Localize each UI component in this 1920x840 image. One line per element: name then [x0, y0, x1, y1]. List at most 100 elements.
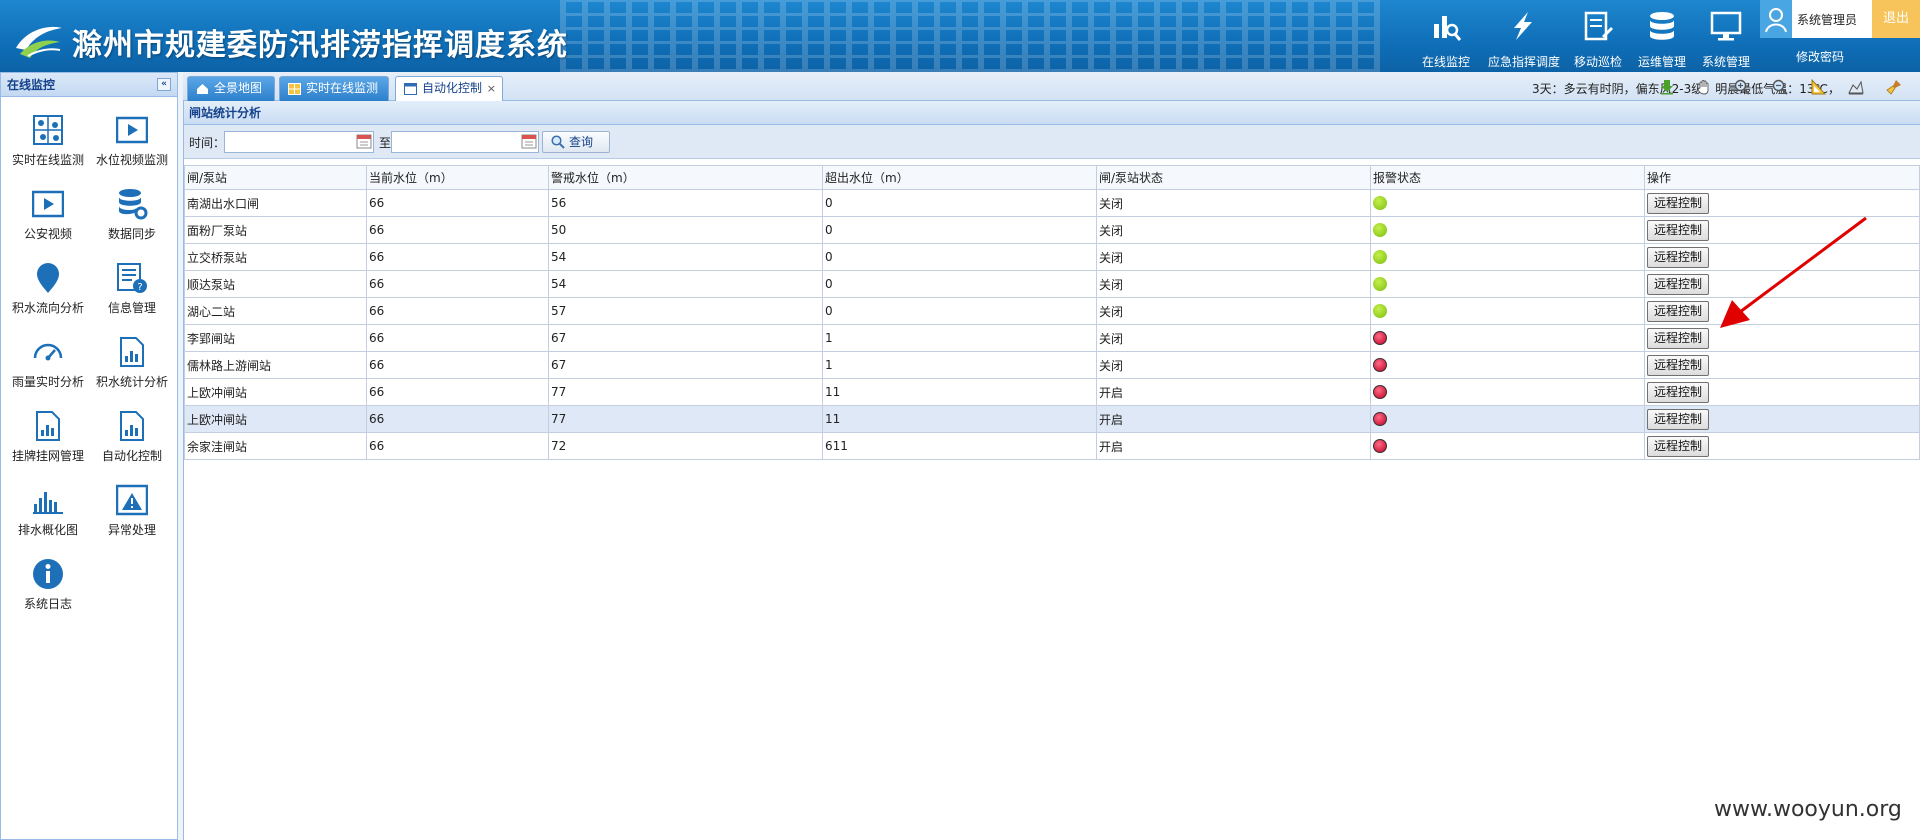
header-background-pattern	[560, 0, 1380, 72]
clear-brush-icon[interactable]	[1886, 79, 1902, 95]
app-header: 滁州市规建委防汛排涝指挥调度系统 在线监控 应急指挥调度 移动巡检 运维管理 系…	[0, 0, 1920, 72]
table-row: 上欧冲闸站 66 77 11 开启 远程控制	[184, 378, 1920, 406]
current-user-name: 系统管理员	[1797, 13, 1858, 27]
alarm-status-green-icon	[1373, 195, 1387, 210]
lightning-icon	[1514, 12, 1532, 40]
table-header-row: 闸/泵站 当前水位（m） 警戒水位（m） 超出水位（m） 闸/泵站状态 报警状态…	[184, 165, 1920, 190]
sidebar-item-info-management[interactable]: ? 信息管理	[89, 262, 175, 332]
sidebar-item-system-log[interactable]: 系统日志	[5, 558, 91, 628]
search-bar: 时间： 至 查询	[184, 125, 1920, 159]
cell-alarm	[1370, 378, 1645, 406]
sidebar-item-label: 系统日志	[23, 597, 72, 611]
alarm-status-green-icon	[1373, 276, 1387, 291]
cell-current: 66	[366, 378, 549, 406]
nav-operations[interactable]: 运维管理	[1628, 0, 1696, 72]
tab-realtime-monitoring[interactable]: 实时在线监测	[279, 76, 389, 101]
calendar-icon[interactable]	[521, 133, 537, 149]
video-play-icon	[116, 116, 148, 144]
cell-exceed: 1	[822, 351, 1097, 379]
cell-status: 关闭	[1096, 351, 1371, 379]
gauge-icon	[33, 343, 63, 361]
cell-warning: 77	[548, 378, 823, 406]
tab-close-icon[interactable]: ×	[487, 77, 496, 100]
time-label: 时间：	[189, 136, 226, 150]
collapse-sidebar-button[interactable]: «	[157, 78, 171, 91]
sidebar-item-data-sync[interactable]: 数据同步	[89, 188, 175, 258]
list-help-icon: ?	[117, 263, 147, 293]
nav-mobile-patrol[interactable]: 移动巡检	[1564, 0, 1632, 72]
database-gear-icon	[119, 189, 148, 220]
cell-status: 开启	[1096, 405, 1371, 433]
search-icon	[551, 135, 565, 149]
sidebar-item-label: 积水流向分析	[11, 301, 84, 315]
document-edit-icon	[1584, 11, 1613, 41]
table-row: 李郢闸站 66 67 1 关闭 远程控制	[184, 324, 1920, 352]
nav-emergency-dispatch[interactable]: 应急指挥调度	[1488, 0, 1560, 72]
home-icon	[197, 84, 208, 94]
cell-warning: 72	[548, 432, 823, 460]
cell-exceed: 0	[822, 297, 1097, 325]
cell-exceed: 11	[822, 405, 1097, 433]
sidebar-item-automation-control[interactable]: 自动化控制	[89, 410, 175, 480]
sidebar-item-label: 实时在线监测	[11, 153, 84, 167]
calendar-icon[interactable]	[356, 133, 372, 149]
cell-exceed: 611	[822, 432, 1097, 460]
logout-button[interactable]: 退出	[1872, 0, 1920, 38]
sidebar-item-drainage-diagram[interactable]: 排水概化图	[5, 484, 91, 554]
svg-text:?: ?	[137, 282, 142, 293]
cell-warning: 50	[548, 216, 823, 244]
cell-exceed: 0	[822, 189, 1097, 217]
annotation-arrow-icon	[1720, 216, 1867, 328]
tab-panorama-map[interactable]: 全景地图	[187, 76, 275, 101]
panel-title: 闸站统计分析	[184, 101, 1920, 125]
cell-warning: 56	[548, 189, 823, 217]
sidebar-item-water-level-video[interactable]: 水位视频监测	[89, 114, 175, 184]
start-date-input[interactable]	[224, 131, 374, 153]
remote-control-button[interactable]: 远程控制	[1647, 381, 1710, 403]
query-button[interactable]: 查询	[542, 131, 610, 153]
remote-control-button[interactable]: 远程控制	[1647, 408, 1710, 430]
zoom-out-icon[interactable]	[1772, 79, 1788, 95]
zoom-in-icon[interactable]	[1734, 79, 1750, 95]
remote-control-button[interactable]: 远程控制	[1647, 354, 1710, 376]
cell-alarm	[1370, 297, 1645, 325]
area-icon[interactable]	[1848, 79, 1864, 95]
table-row: 立交桥泵站 66 54 0 关闭 远程控制	[184, 243, 1920, 271]
sidebar-item-police-video[interactable]: 公安视频	[5, 188, 91, 258]
change-password-link[interactable]: 修改密码	[1796, 48, 1844, 65]
desktop-monitor-icon	[1710, 11, 1742, 41]
download-icon[interactable]	[1659, 79, 1675, 95]
cell-exceed: 0	[822, 216, 1097, 244]
alarm-status-red-icon	[1373, 330, 1387, 345]
cell-current: 66	[366, 189, 549, 217]
sidebar-item-exception-handling[interactable]: 异常处理	[89, 484, 175, 554]
column-header: 操作	[1644, 165, 1920, 190]
column-header: 超出水位（m）	[822, 165, 1097, 190]
cell-current: 66	[366, 405, 549, 433]
cell-name: 面粉厂泵站	[184, 216, 367, 244]
sidebar-title: 在线监控	[7, 78, 56, 92]
cell-alarm	[1370, 216, 1645, 244]
cell-action: 远程控制	[1644, 378, 1920, 406]
sidebar-item-rainfall-analysis[interactable]: 雨量实时分析	[5, 336, 91, 406]
cell-status: 关闭	[1096, 243, 1371, 271]
bar-chart-icon	[33, 492, 63, 514]
table-row: 顺达泵站 66 54 0 关闭 远程控制	[184, 270, 1920, 298]
tab-automation-control[interactable]: 自动化控制 ×	[395, 76, 503, 101]
sidebar-item-water-flow-analysis[interactable]: 积水流向分析	[5, 262, 91, 332]
pan-hand-icon[interactable]	[1696, 79, 1712, 95]
sidebar-item-label: 信息管理	[107, 301, 156, 315]
table-row: 面粉厂泵站 66 50 0 关闭 远程控制	[184, 216, 1920, 244]
station-table: 闸/泵站 当前水位（m） 警戒水位（m） 超出水位（m） 闸/泵站状态 报警状态…	[184, 165, 1920, 460]
sidebar-item-realtime-monitoring[interactable]: 实时在线监测	[5, 114, 91, 184]
sidebar-item-ponding-statistics[interactable]: 积水统计分析	[89, 336, 175, 406]
remote-control-button[interactable]: 远程控制	[1647, 435, 1710, 457]
remote-control-button[interactable]: 远程控制	[1647, 192, 1710, 214]
sidebar-item-listing-management[interactable]: 挂牌挂网管理	[5, 410, 91, 480]
column-header: 闸/泵站	[184, 165, 367, 190]
query-button-label: 查询	[569, 135, 594, 149]
measure-icon[interactable]	[1810, 79, 1826, 95]
nav-system-admin[interactable]: 系统管理	[1692, 0, 1760, 72]
nav-online-monitor[interactable]: 在线监控	[1412, 0, 1480, 72]
end-date-input[interactable]	[391, 131, 539, 153]
